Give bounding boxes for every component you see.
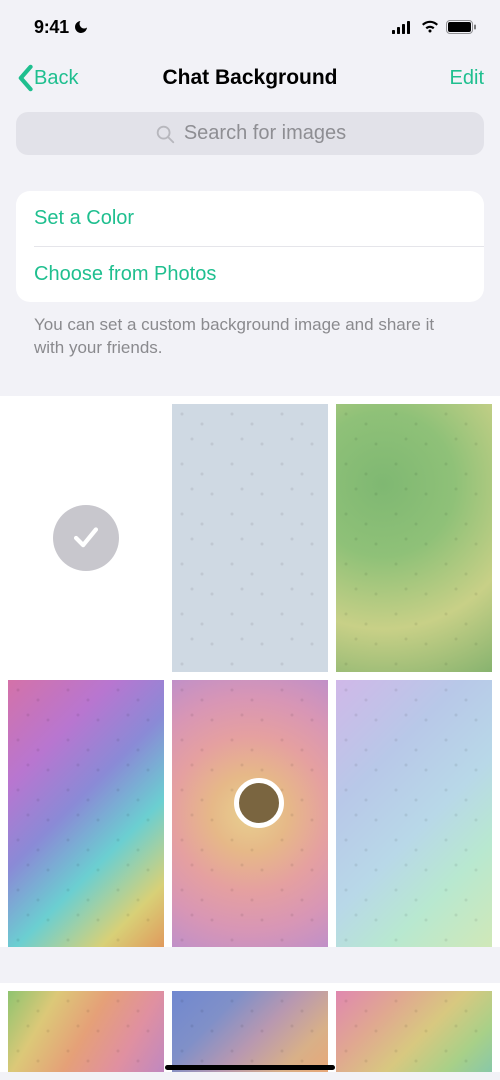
page-title: Chat Background (162, 66, 337, 90)
background-tile-blueorange[interactable] (172, 991, 328, 1072)
chevron-left-icon (16, 64, 34, 92)
background-tile-green[interactable] (336, 404, 492, 672)
choose-photos-button[interactable]: Choose from Photos (16, 247, 484, 302)
selected-check-icon (53, 505, 119, 571)
status-right (392, 20, 476, 34)
background-grid-row3 (0, 983, 500, 1072)
background-tile-orange[interactable] (172, 680, 328, 948)
back-button[interactable]: Back (16, 64, 78, 92)
battery-icon (446, 20, 476, 34)
nav-bar: Back Chat Background Edit (0, 48, 500, 108)
search-input[interactable]: Search for images (16, 112, 484, 155)
status-bar: 9:41 (0, 0, 500, 48)
background-tile-rainbow2[interactable] (8, 991, 164, 1072)
edit-button[interactable]: Edit (450, 67, 484, 90)
dot-indicator-icon (234, 778, 284, 828)
helper-text: You can set a custom background image an… (34, 314, 466, 360)
background-tile-rainbow1[interactable] (8, 680, 164, 948)
signal-icon (392, 20, 414, 34)
search-placeholder: Search for images (184, 122, 346, 145)
background-tile-pastel[interactable] (336, 680, 492, 948)
back-label: Back (34, 67, 78, 90)
status-left: 9:41 (34, 17, 89, 38)
options-card: Set a Color Choose from Photos (16, 191, 484, 302)
set-color-button[interactable]: Set a Color (16, 191, 484, 246)
background-tile-white[interactable] (8, 404, 164, 672)
moon-icon (73, 19, 89, 35)
status-time: 9:41 (34, 17, 69, 38)
background-tile-pinkgreen[interactable] (336, 991, 492, 1072)
wifi-icon (420, 20, 440, 34)
background-tile-lightblue[interactable] (172, 404, 328, 672)
home-indicator[interactable] (165, 1065, 335, 1070)
search-icon (154, 123, 176, 145)
background-grid (0, 396, 500, 947)
